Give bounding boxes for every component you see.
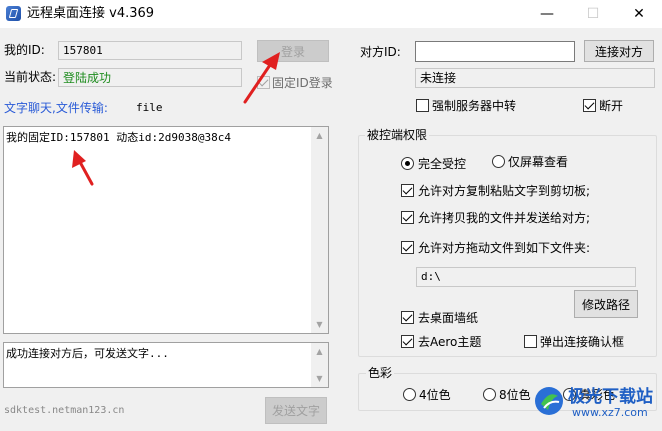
color-title: 色彩 xyxy=(366,366,395,380)
popup-confirm-checkbox[interactable] xyxy=(524,335,537,348)
allow-clipboard-label: 允许对方复制粘贴文字到剪切板; xyxy=(418,184,591,198)
scroll-down-icon[interactable]: ▼ xyxy=(311,316,328,333)
file-label: file xyxy=(136,101,163,114)
status-label: 当前状态: xyxy=(4,70,57,84)
folder-path-field: d:\ xyxy=(416,267,636,287)
allow-copy-files-label: 允许拷贝我的文件并发送给对方; xyxy=(418,211,591,225)
peer-id-label: 对方ID: xyxy=(360,45,401,59)
log-textarea[interactable]: 我的固定ID:157801 动态id:2d9038@38c4 ▲ ▼ xyxy=(3,126,329,334)
view-only-label: 仅屏幕查看 xyxy=(508,155,569,169)
window-title: 远程桌面连接 v4.369 xyxy=(27,6,155,21)
force-relay-checkbox[interactable] xyxy=(416,99,429,112)
popup-confirm-label: 弹出连接确认框 xyxy=(540,335,625,349)
minimize-icon: — xyxy=(540,6,554,22)
login-button[interactable]: 登录 xyxy=(257,40,329,62)
fixed-id-login-checkbox[interactable] xyxy=(257,76,270,89)
remove-wallpaper-label: 去桌面墙纸 xyxy=(418,311,479,325)
my-id-field: 157801 xyxy=(58,41,242,60)
allow-drag-files-checkbox[interactable] xyxy=(401,241,414,254)
peer-id-input[interactable] xyxy=(415,41,575,62)
color-8bit-radio[interactable] xyxy=(483,388,496,401)
remove-wallpaper-checkbox[interactable] xyxy=(401,311,414,324)
chat-file-link[interactable]: 文字聊天,文件传输: xyxy=(4,100,108,116)
scroll-up-icon[interactable]: ▲ xyxy=(311,343,328,360)
full-control-label: 完全受控 xyxy=(418,157,467,171)
message-text: 成功连接对方后，可发送文字... xyxy=(6,347,169,360)
allow-drag-files-label: 允许对方拖动文件到如下文件夹: xyxy=(418,241,591,255)
app-icon xyxy=(6,6,21,21)
brand-logo-icon xyxy=(535,387,563,415)
send-text-button[interactable]: 发送文字 xyxy=(265,397,327,424)
footer-site-text: sdktest.netman123.cn xyxy=(4,405,125,416)
connect-button[interactable]: 连接对方 xyxy=(584,40,654,62)
message-scrollbar[interactable]: ▲ ▼ xyxy=(311,343,328,387)
message-textarea[interactable]: 成功连接对方后，可发送文字... ▲ ▼ xyxy=(3,342,329,388)
watermark-url: www.xz7.com xyxy=(572,406,648,419)
status-field: 登陆成功 xyxy=(58,68,242,87)
allow-clipboard-checkbox[interactable] xyxy=(401,184,414,197)
close-button[interactable]: ✕ xyxy=(616,0,662,28)
my-id-label: 我的ID: xyxy=(4,43,45,57)
allow-copy-files-checkbox[interactable] xyxy=(401,211,414,224)
minimize-button[interactable]: — xyxy=(524,0,570,28)
scroll-down-icon[interactable]: ▼ xyxy=(311,370,328,387)
connection-status-field: 未连接 xyxy=(415,68,655,88)
maximize-icon: ☐ xyxy=(586,6,600,22)
log-text: 我的固定ID:157801 动态id:2d9038@38c4 xyxy=(6,131,231,144)
full-control-radio[interactable] xyxy=(401,157,414,170)
force-relay-label: 强制服务器中转 xyxy=(432,99,517,113)
fixed-id-login-label: 固定ID登录 xyxy=(272,76,333,90)
change-path-button[interactable]: 修改路径 xyxy=(574,290,638,318)
remove-aero-label: 去Aero主题 xyxy=(418,335,482,349)
close-icon: ✕ xyxy=(633,6,645,22)
color-4bit-radio[interactable] xyxy=(403,388,416,401)
watermark-brand: 极光下载站 xyxy=(568,387,653,407)
view-only-radio[interactable] xyxy=(492,155,505,168)
disconnect-checkbox[interactable] xyxy=(583,99,596,112)
color-8bit-label: 8位色 xyxy=(499,388,531,402)
permissions-title: 被控端权限 xyxy=(365,128,430,142)
scroll-up-icon[interactable]: ▲ xyxy=(311,127,328,144)
maximize-button: ☐ xyxy=(570,0,616,28)
remove-aero-checkbox[interactable] xyxy=(401,335,414,348)
log-scrollbar[interactable]: ▲ ▼ xyxy=(311,127,328,333)
color-4bit-label: 4位色 xyxy=(419,388,451,402)
watermark-logo: 极光下载站 www.xz7.com xyxy=(532,378,660,430)
disconnect-label: 断开 xyxy=(599,99,624,113)
